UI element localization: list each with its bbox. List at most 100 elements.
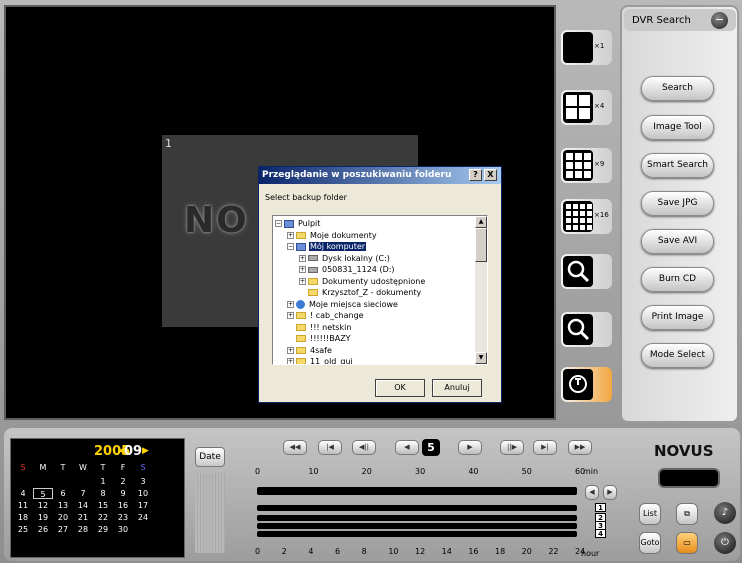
print-image-button[interactable]: Print Image [641, 305, 714, 330]
tree-node[interactable]: !!!!!!BAZY [287, 333, 352, 344]
calendar-day[interactable]: 2 [113, 476, 133, 487]
layout-16-button[interactable]: ×16 [561, 199, 612, 234]
calendar-day[interactable]: 5 [33, 488, 53, 499]
goto-button[interactable]: Goto [639, 532, 661, 554]
play-icon[interactable]: ▶ [458, 440, 482, 455]
calendar-day[interactable]: 3 [133, 476, 153, 487]
expand-icon[interactable]: + [287, 346, 294, 354]
calendar-day[interactable]: 28 [73, 524, 93, 535]
tree-node[interactable]: + Moje dokumenty [287, 230, 378, 241]
help-button[interactable]: ? [469, 169, 482, 181]
next-month-icon[interactable]: ▶ [142, 446, 149, 456]
expand-icon[interactable]: + [287, 231, 294, 239]
date-button[interactable]: Date [195, 447, 225, 467]
calendar-day[interactable]: 8 [93, 488, 113, 499]
scroll-down-button[interactable]: ▼ [475, 352, 487, 364]
save-avi-button[interactable]: Save AVI [641, 229, 714, 254]
calendar-day[interactable]: 9 [113, 488, 133, 499]
calendar-day[interactable]: 29 [93, 524, 113, 535]
save-jpg-button[interactable]: Save JPG [641, 191, 714, 216]
folder-icon[interactable]: ▭ [676, 532, 698, 554]
expand-icon[interactable]: + [299, 254, 306, 262]
smart-search-button[interactable]: Smart Search [641, 153, 714, 178]
calendar-day[interactable]: 24 [133, 512, 153, 523]
layout-4-button[interactable]: ×4 [561, 90, 612, 125]
fast-rewind-icon[interactable]: ◀◀ [283, 440, 307, 455]
calendar-day[interactable]: 6 [53, 488, 73, 499]
calendar-day[interactable]: 1 [93, 476, 113, 487]
minimize-icon[interactable]: − [711, 12, 728, 29]
timeline[interactable]: 0 10 20 30 40 50 60 min 1 2 3 4 0 2 4 6 8 10 12 14 16 18 20 22 2… [253, 465, 617, 560]
timeline-right-icon[interactable]: ▶ [603, 485, 617, 500]
tree-node[interactable]: + Dysk lokalny (C:) [299, 253, 391, 264]
timeline-left-icon[interactable]: ◀ [585, 485, 599, 500]
copy-icon[interactable]: ⧉ [676, 503, 698, 525]
folder-tree[interactable]: − Pulpit + Moje dokumenty − Mój komputer + Dysk… [272, 215, 488, 365]
volume-icon[interactable]: ♪ [714, 502, 736, 524]
calendar-day[interactable]: 21 [73, 512, 93, 523]
calendar-day[interactable]: 19 [33, 512, 53, 523]
tree-node[interactable]: +050831_1124 (D:) [299, 264, 396, 275]
channel-bar[interactable] [257, 523, 577, 529]
ok-button[interactable]: OK [375, 379, 425, 397]
tree-node[interactable]: + Dokumenty udostępnione [299, 276, 426, 287]
search-button[interactable]: Search [641, 76, 714, 101]
play-reverse-icon[interactable]: ◀ [395, 440, 419, 455]
collapse-icon[interactable]: − [275, 220, 282, 227]
fast-forward-icon[interactable]: ▶▶ [568, 440, 592, 455]
tree-node[interactable]: !!! netskin [287, 322, 352, 333]
expand-icon[interactable]: + [287, 300, 294, 308]
calendar-day[interactable]: 14 [73, 500, 93, 511]
image-tool-button[interactable]: Image Tool [641, 115, 714, 140]
calendar-day[interactable]: 20 [53, 512, 73, 523]
close-button[interactable]: X [484, 169, 497, 181]
calendar-day[interactable]: 11 [13, 500, 33, 511]
tree-scrollbar[interactable]: ▲ ▼ [475, 216, 487, 364]
layout-9-button[interactable]: ×9 [561, 148, 612, 183]
zoom-out-button[interactable] [561, 312, 612, 347]
tree-node[interactable]: + Moje miejsca sieciowe [287, 299, 399, 310]
power-icon[interactable]: ⏻ [714, 532, 736, 554]
calendar-day[interactable]: 15 [93, 500, 113, 511]
layout-1-button[interactable]: ×1 [561, 30, 612, 65]
calendar-day[interactable]: 23 [113, 512, 133, 523]
list-button[interactable]: List [639, 503, 661, 525]
calendar-day[interactable]: 4 [13, 488, 33, 499]
tree-node[interactable]: Krzysztof_Z - dokumenty [299, 287, 422, 298]
mode-select-button[interactable]: Mode Select [641, 343, 714, 368]
channel-bar[interactable] [257, 531, 577, 537]
scroll-thumb[interactable] [475, 228, 487, 262]
timer-button[interactable] [561, 367, 612, 402]
step-back-icon[interactable]: ◀|| [352, 440, 376, 455]
calendar-day[interactable]: 17 [133, 500, 153, 511]
calendar-day[interactable]: 22 [93, 512, 113, 523]
channel-bar[interactable] [257, 505, 577, 511]
calendar-day[interactable]: 10 [133, 488, 153, 499]
minute-bar[interactable] [257, 487, 577, 495]
tree-node[interactable]: +4safe [287, 345, 333, 356]
expand-icon[interactable]: + [287, 312, 294, 319]
burn-cd-button[interactable]: Burn CD [641, 267, 714, 292]
calendar-day[interactable]: 27 [53, 524, 73, 535]
step-forward-icon[interactable]: ||▶ [500, 440, 524, 455]
skip-forward-icon[interactable]: ▶| [533, 440, 557, 455]
calendar-day[interactable]: 16 [113, 500, 133, 511]
expand-icon[interactable]: + [299, 277, 306, 285]
tree-node[interactable]: +11_old_gui [287, 356, 354, 364]
calendar-day[interactable]: 7 [73, 488, 93, 499]
dialog-title-bar[interactable]: Przeglądanie w poszukiwaniu folderu [259, 167, 501, 184]
calendar-day[interactable]: 13 [53, 500, 73, 511]
calendar-day[interactable]: 12 [33, 500, 53, 511]
tree-node[interactable]: − Pulpit [275, 218, 321, 229]
collapse-icon[interactable]: − [287, 243, 294, 250]
tree-node[interactable]: − Mój komputer [287, 241, 367, 252]
calendar-day[interactable]: 30 [113, 524, 133, 535]
calendar-day[interactable]: 25 [13, 524, 33, 535]
cancel-button[interactable]: Anuluj [432, 379, 482, 397]
expand-icon[interactable]: + [299, 266, 306, 273]
expand-icon[interactable]: + [287, 358, 294, 364]
channel-bar[interactable] [257, 515, 577, 521]
scroll-up-button[interactable]: ▲ [475, 216, 487, 228]
tree-node[interactable]: + ! cab_change [287, 310, 365, 321]
calendar-day[interactable]: 18 [13, 512, 33, 523]
